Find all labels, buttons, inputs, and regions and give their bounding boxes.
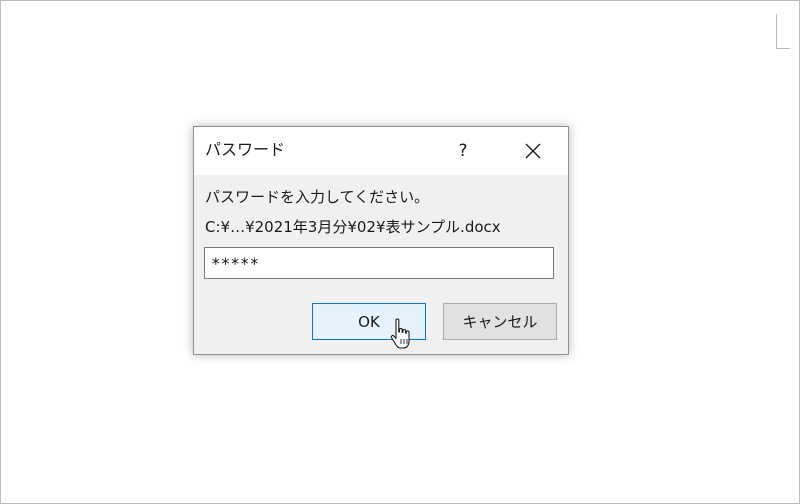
help-button[interactable]: ? [444, 137, 482, 165]
cancel-button[interactable]: キャンセル [443, 303, 557, 340]
dialog-title: パスワード [205, 140, 286, 159]
ok-button[interactable]: OK [312, 303, 426, 340]
dialog-title-bar: パスワード ? [194, 127, 568, 175]
close-icon [525, 143, 541, 159]
password-dialog: パスワード ? パスワードを入力してください。 C:¥…¥2021年3月分¥02… [193, 126, 569, 355]
password-prompt-text: パスワードを入力してください。 [205, 188, 430, 206]
close-button[interactable] [514, 137, 552, 165]
password-input[interactable] [204, 247, 554, 279]
page-margin-corner-mark [776, 14, 790, 49]
file-path-text: C:¥…¥2021年3月分¥02¥表サンプル.docx [205, 218, 501, 236]
